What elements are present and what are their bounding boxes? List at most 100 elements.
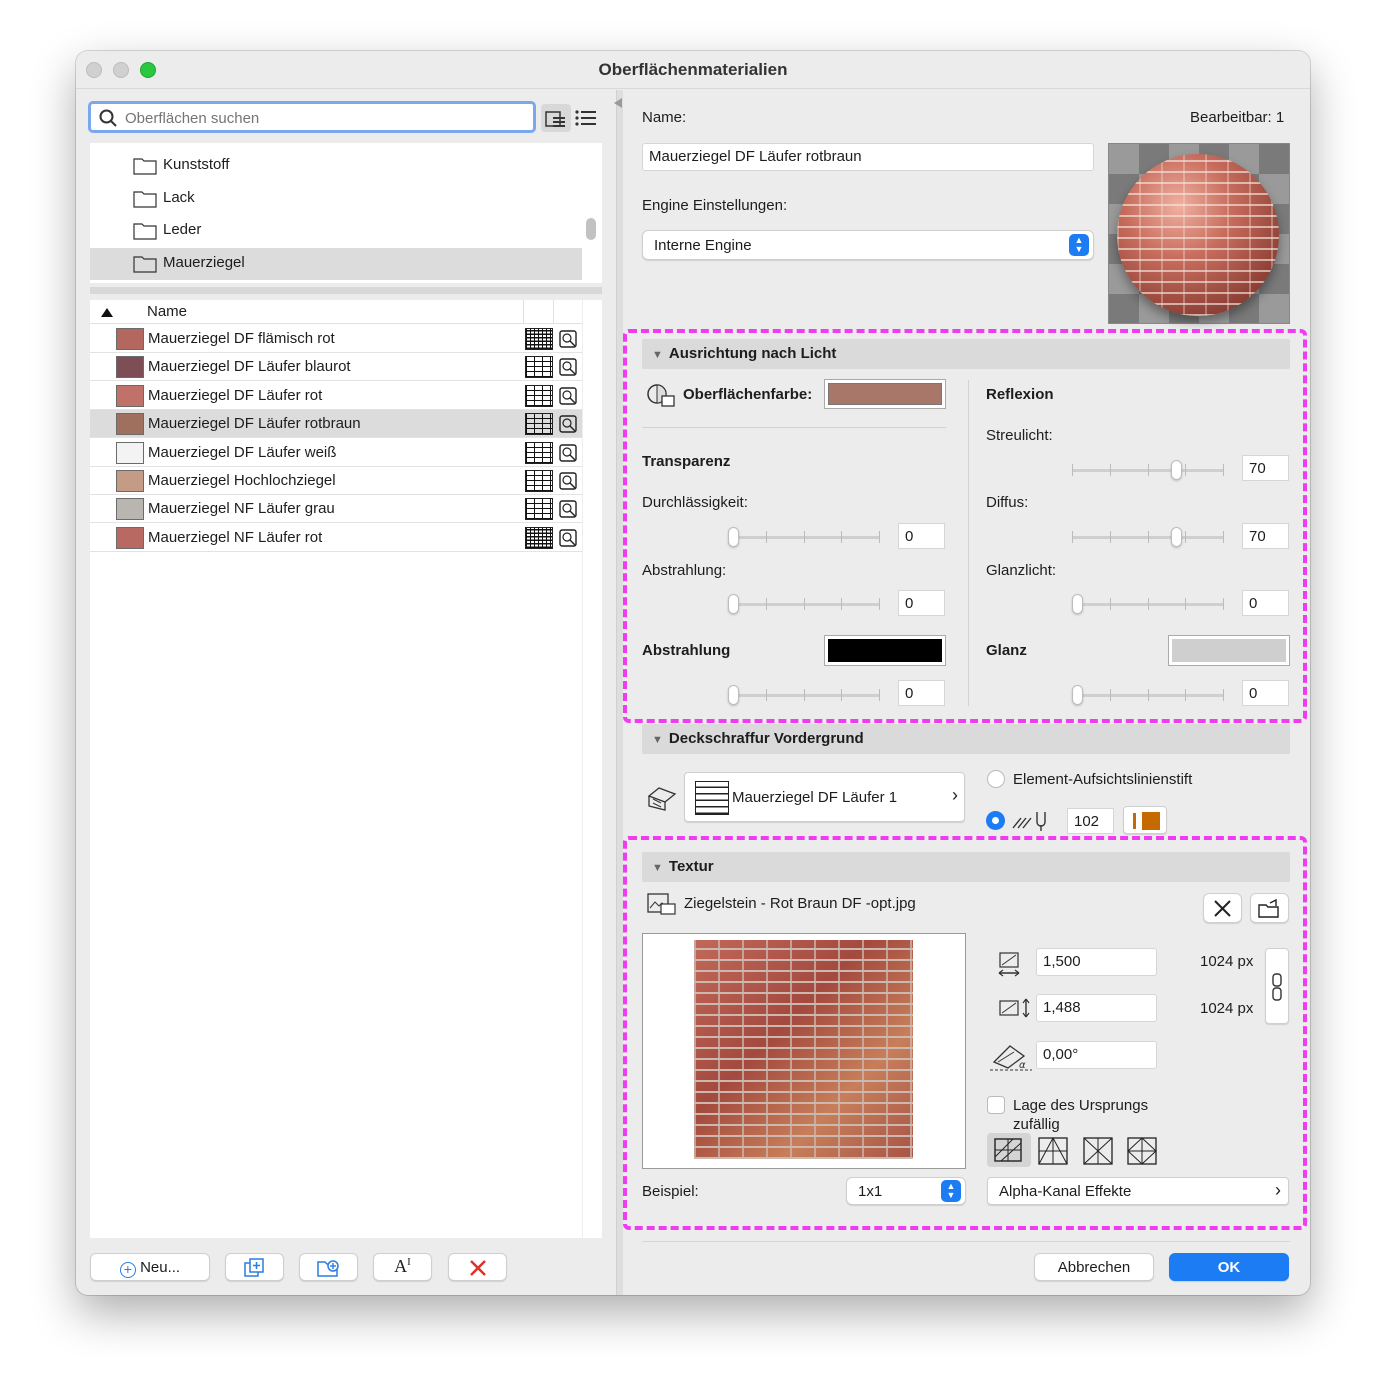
slider-knob[interactable]	[728, 685, 739, 705]
custom-pen-radio[interactable]	[986, 811, 1005, 830]
section-header-light[interactable]: ▼ Ausrichtung nach Licht	[642, 339, 1290, 369]
texture-file-icon	[647, 893, 676, 915]
section-header-texture[interactable]: ▼ Textur	[642, 852, 1290, 882]
slider-knob[interactable]	[1072, 594, 1083, 614]
chevron-right-icon: ›	[952, 785, 958, 805]
remove-texture-button[interactable]	[1203, 893, 1242, 923]
gloss-color-well[interactable]	[1168, 635, 1290, 666]
diffuse-slider[interactable]	[1072, 525, 1224, 549]
pen-number-field[interactable]: 102	[1067, 808, 1114, 834]
duplicate-button[interactable]	[225, 1253, 284, 1281]
divider	[642, 427, 946, 428]
alpha-channel-button[interactable]: Alpha-Kanal Effekte ›	[987, 1177, 1289, 1205]
emission-value[interactable]: 0	[898, 590, 945, 616]
slider-knob[interactable]	[1170, 460, 1182, 480]
surface-color-well[interactable]	[824, 379, 946, 409]
gloss-slider[interactable]	[1072, 683, 1224, 707]
folder-label: Kunststoff	[163, 156, 230, 173]
hatch-pattern-selector[interactable]: Mauerziegel DF Läufer 1 ›	[684, 772, 965, 822]
hatch-pattern-icon	[525, 328, 553, 350]
texture-height-field[interactable]: 1,488	[1036, 994, 1157, 1022]
permeability-slider[interactable]	[728, 525, 880, 549]
material-row[interactable]: Mauerziegel DF flämisch rot	[90, 325, 582, 353]
specular-slider[interactable]	[1072, 592, 1224, 616]
permeability-value[interactable]: 0	[898, 523, 945, 549]
sort-ascending-icon[interactable]	[101, 308, 113, 317]
new-folder-button[interactable]	[299, 1253, 358, 1281]
delete-button[interactable]	[448, 1253, 507, 1281]
material-color-swatch	[116, 470, 144, 492]
material-row[interactable]: Mauerziegel DF Läufer rot	[90, 382, 582, 410]
material-name: Mauerziegel DF flämisch rot	[148, 330, 335, 347]
mapping-sphere-icon[interactable]	[1126, 1136, 1158, 1166]
specular-value[interactable]: 0	[1242, 590, 1289, 616]
mapping-cylinder-icon[interactable]	[1082, 1136, 1114, 1166]
search-field[interactable]	[88, 101, 536, 133]
emission-slider[interactable]	[728, 592, 880, 616]
folder-view-button[interactable]	[541, 104, 571, 132]
chain-link-icon	[1272, 973, 1282, 1001]
material-color-swatch	[116, 356, 144, 379]
slider-knob[interactable]	[1170, 527, 1182, 547]
folder-scrollbar[interactable]	[586, 218, 596, 240]
material-name: Mauerziegel DF Läufer rot	[148, 386, 323, 404]
new-material-button[interactable]: + Neu...	[90, 1253, 210, 1281]
emission-intensity-slider[interactable]	[728, 683, 880, 707]
folder-label: Lack	[163, 188, 195, 206]
cancel-button[interactable]: Abbrechen	[1034, 1253, 1154, 1281]
column-name-header[interactable]: Name	[147, 303, 187, 320]
material-row[interactable]: Mauerziegel DF Läufer weiß	[90, 439, 582, 467]
example-select[interactable]: 1x1 ▲ ▼	[846, 1177, 966, 1205]
emission-color-well[interactable]	[824, 635, 946, 666]
surface-color-icon	[647, 384, 675, 407]
slider-knob[interactable]	[1072, 685, 1083, 705]
ambient-slider[interactable]	[1072, 458, 1224, 482]
material-row[interactable]: Mauerziegel DF Läufer blaurot	[90, 353, 582, 382]
column-divider	[523, 300, 524, 324]
list-view-icon[interactable]	[575, 109, 597, 127]
slider-knob[interactable]	[728, 594, 739, 614]
gloss-value[interactable]: 0	[1242, 680, 1289, 706]
material-name: Mauerziegel Hochlochziegel	[148, 472, 336, 489]
rename-icon: AI	[394, 1256, 411, 1276]
editable-count: Bearbeitbar: 1	[1190, 109, 1285, 126]
texture-width-field[interactable]: 1,500	[1036, 948, 1157, 976]
emission-intensity-value[interactable]: 0	[898, 680, 945, 706]
name-field[interactable]: Mauerziegel DF Läufer rotbraun	[642, 143, 1094, 171]
hatch-pattern-icon	[525, 498, 553, 521]
link-dimensions-button[interactable]	[1265, 948, 1289, 1024]
slider-tick	[1147, 598, 1149, 610]
section-header-hatch[interactable]: ▼ Deckschraffur Vordergrund	[642, 724, 1290, 754]
slider-tick	[841, 689, 843, 701]
texture-icon	[559, 472, 577, 490]
slider-tick	[765, 531, 767, 543]
random-origin-checkbox[interactable]	[987, 1096, 1005, 1114]
specular-label: Glanzlicht:	[986, 562, 1057, 579]
brick-hatch-icon	[695, 781, 729, 815]
pane-splitter[interactable]	[90, 287, 602, 294]
mapping-option-1-selected[interactable]	[987, 1133, 1031, 1167]
material-row[interactable]: Mauerziegel NF Läufer grau	[90, 495, 582, 524]
material-preview	[1108, 143, 1290, 324]
material-row[interactable]: Mauerziegel Hochlochziegel	[90, 467, 582, 495]
material-row[interactable]: Mauerziegel NF Läufer rot	[90, 524, 582, 552]
material-color-swatch	[116, 413, 144, 436]
collapse-arrow-icon[interactable]	[614, 98, 622, 108]
rename-button[interactable]: AI	[373, 1253, 432, 1281]
search-input[interactable]	[125, 107, 525, 129]
engine-select[interactable]: Interne Engine ▲ ▼	[642, 230, 1094, 260]
hatch-pattern-icon	[525, 526, 553, 549]
column-divider	[553, 300, 554, 324]
ambient-value[interactable]: 70	[1242, 455, 1289, 481]
diffuse-value[interactable]: 70	[1242, 523, 1289, 549]
material-row[interactable]: Mauerziegel DF Läufer rotbraun	[90, 410, 582, 439]
main-splitter[interactable]	[616, 90, 623, 1295]
slider-knob[interactable]	[728, 527, 739, 547]
texture-angle-field[interactable]: 0,00°	[1036, 1041, 1157, 1069]
open-texture-button[interactable]	[1250, 893, 1289, 923]
folder-list-icon	[545, 111, 565, 127]
mapping-box-icon[interactable]	[1037, 1136, 1069, 1166]
ok-button[interactable]: OK	[1169, 1253, 1289, 1281]
pen-color-button[interactable]	[1123, 806, 1167, 834]
element-pen-radio[interactable]	[987, 770, 1005, 788]
